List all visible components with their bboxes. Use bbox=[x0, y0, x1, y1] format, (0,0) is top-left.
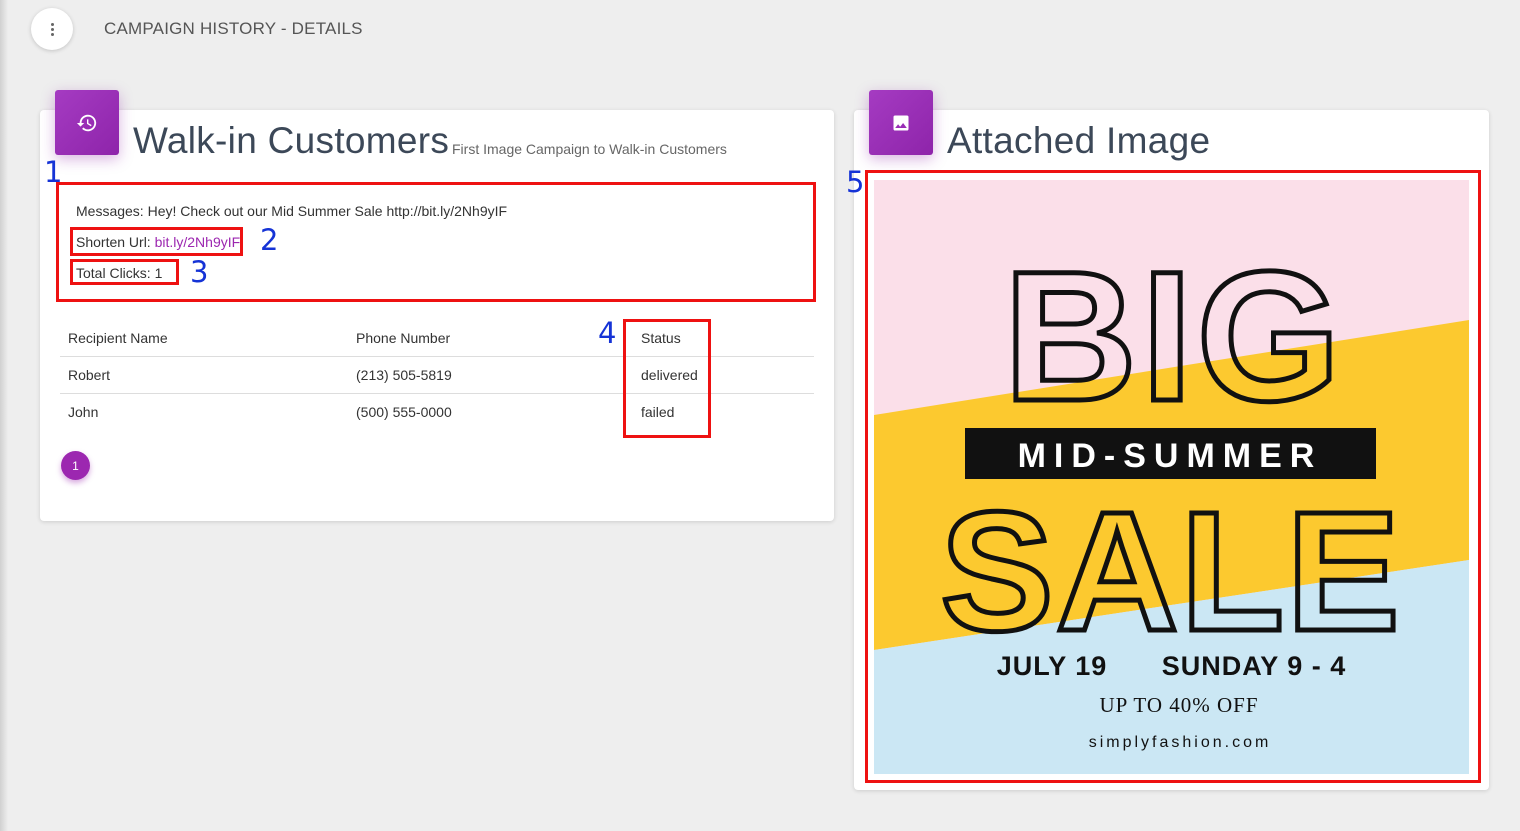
page-title: CAMPAIGN HISTORY - DETAILS bbox=[104, 19, 363, 38]
annotation-box-5 bbox=[865, 170, 1481, 783]
table-cell-phone: (213) 505-5819 bbox=[356, 367, 452, 383]
history-icon bbox=[55, 90, 119, 155]
annotation-number-5: 5 bbox=[846, 165, 865, 199]
annotation-number-1: 1 bbox=[44, 155, 63, 189]
table-cell-name: Robert bbox=[68, 367, 111, 383]
campaign-card bbox=[40, 110, 834, 521]
annotation-box-3 bbox=[70, 259, 179, 285]
annotation-box-4 bbox=[623, 319, 711, 438]
pagination-page-button[interactable]: 1 bbox=[61, 451, 90, 480]
image-icon bbox=[869, 90, 933, 155]
campaign-subtitle: First Image Campaign to Walk-in Customer… bbox=[452, 141, 727, 157]
column-header-phone: Phone Number bbox=[356, 330, 451, 346]
annotation-box-2 bbox=[70, 227, 243, 256]
annotation-number-3: 3 bbox=[190, 255, 209, 289]
attached-image-title: Attached Image bbox=[947, 120, 1211, 161]
left-edge-shadow bbox=[0, 0, 8, 831]
more-menu-button[interactable] bbox=[31, 8, 73, 50]
column-header-recipient: Recipient Name bbox=[68, 330, 168, 346]
table-cell-phone: (500) 555-0000 bbox=[356, 404, 452, 420]
annotation-number-4: 4 bbox=[598, 316, 617, 350]
message-text: Messages: Hey! Check out our Mid Summer … bbox=[76, 203, 508, 219]
table-cell-name: John bbox=[68, 404, 99, 420]
more-vert-icon bbox=[50, 22, 54, 36]
annotation-number-2: 2 bbox=[260, 223, 279, 257]
campaign-title: Walk-in Customers bbox=[133, 120, 450, 161]
